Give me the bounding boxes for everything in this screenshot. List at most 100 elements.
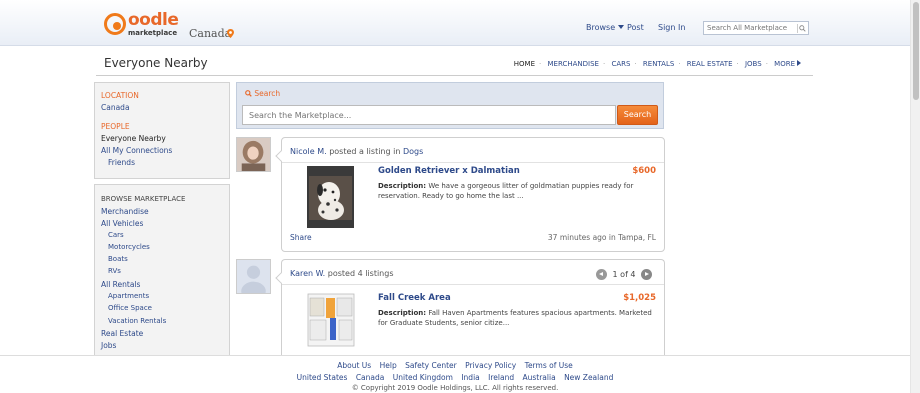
- sidebar-item-boats[interactable]: Boats: [108, 255, 128, 263]
- card-pointer: [275, 272, 287, 284]
- marketplace-search-field: [242, 105, 616, 125]
- user-name-link[interactable]: Nicole M.: [290, 147, 327, 156]
- nav-merchandise[interactable]: MERCHANDISE: [548, 60, 599, 68]
- country-link-ireland[interactable]: Ireland: [488, 373, 514, 382]
- listing-pager: 1 of 4: [596, 269, 653, 280]
- footer-link-about[interactable]: About Us: [337, 361, 371, 370]
- browse-label: Browse: [586, 23, 616, 32]
- sub-navigation: Everyone Nearby HOME · MERCHANDISE · CARS ·…: [96, 52, 813, 76]
- footer-link-help[interactable]: Help: [380, 361, 397, 370]
- chevron-down-icon: [618, 25, 625, 29]
- sidebar-item-everyone-nearby[interactable]: Everyone Nearby: [101, 134, 166, 143]
- nav-rentals[interactable]: RENTALS: [643, 60, 674, 68]
- nav-separator: ·: [602, 60, 606, 68]
- sidebar-item-all-rentals[interactable]: All Rentals: [101, 280, 140, 289]
- copyright-text: © Copyright 2019 Oodle Holdings, LLC. Al…: [351, 384, 559, 392]
- page-footer: About Us Help Safety Center Privacy Poli…: [0, 355, 910, 393]
- nav-jobs[interactable]: JOBS: [745, 60, 762, 68]
- search-icon[interactable]: [797, 24, 806, 33]
- nav-home[interactable]: HOME: [514, 60, 535, 68]
- nav-separator: ·: [634, 60, 637, 68]
- nav-separator: ·: [736, 60, 739, 68]
- people-heading: PEOPLE: [101, 122, 130, 131]
- country-link-india[interactable]: India: [461, 373, 479, 382]
- global-search: [703, 21, 809, 35]
- nav-real-estate[interactable]: REAL ESTATE: [687, 60, 733, 68]
- sidebar-location-people: LOCATION Canada PEOPLE Everyone Nearby A…: [94, 82, 230, 179]
- next-arrow-icon[interactable]: [641, 269, 653, 280]
- global-search-input[interactable]: [704, 22, 792, 34]
- sidebar-item-friends[interactable]: Friends: [108, 158, 135, 167]
- post-timestamp: 37 minutes ago in Tampa, FL: [547, 233, 656, 242]
- sidebar-item-jobs[interactable]: Jobs: [101, 341, 116, 350]
- description-label: Description:: [378, 182, 427, 190]
- user-avatar-placeholder[interactable]: [236, 259, 271, 294]
- card-pointer: [275, 150, 287, 162]
- listing-price: $1,025: [623, 293, 656, 303]
- feed-card: Karen W. posted 4 listings 1 of 4 Fall C…: [275, 259, 665, 359]
- share-link[interactable]: Share: [290, 233, 312, 242]
- user-name-link[interactable]: Karen W.: [290, 269, 325, 278]
- page-title: Everyone Nearby: [104, 56, 208, 70]
- top-header: oodle marketplace Canada Browse Post Sig…: [0, 0, 910, 46]
- search-label-text: Search: [254, 89, 281, 98]
- sidebar-item-real-estate[interactable]: Real Estate: [101, 329, 143, 338]
- logo-wordmark: oodle: [128, 10, 179, 30]
- page-scrollbar[interactable]: [910, 0, 920, 393]
- sign-in-link[interactable]: Sign In: [658, 23, 685, 32]
- scrollbar-thumb[interactable]: [913, 2, 919, 100]
- footer-countries: United States Canada United Kingdom Indi…: [0, 372, 910, 384]
- footer-link-safety[interactable]: Safety Center: [405, 361, 457, 370]
- sidebar-item-merchandise[interactable]: Merchandise: [101, 207, 149, 216]
- sidebar-item-apartments[interactable]: Apartments: [108, 292, 149, 300]
- listing-photo-floorplan[interactable]: [304, 290, 358, 350]
- listing-item[interactable]: Golden Retriever x Dalmatian $600 Descri…: [282, 162, 664, 228]
- nav-more[interactable]: MORE: [774, 60, 801, 68]
- post-link[interactable]: Post: [627, 23, 644, 32]
- sidebar-browse-marketplace: BROWSE MARKETPLACE Merchandise All Vehic…: [94, 184, 230, 356]
- feed-card-header: Nicole M. posted a listing in Dogs: [290, 147, 423, 156]
- listing-title[interactable]: Fall Creek Area: [378, 293, 451, 303]
- feed-card-header: Karen W. posted 4 listings: [290, 269, 394, 278]
- category-nav: HOME · MERCHANDISE · CARS · RENTALS · REAL E…: [512, 60, 803, 68]
- footer-link-privacy[interactable]: Privacy Policy: [465, 361, 516, 370]
- sidebar-item-canada[interactable]: Canada: [101, 103, 130, 112]
- activity-text: posted 4 listings: [327, 269, 394, 278]
- previous-arrow-icon[interactable]: [596, 269, 607, 280]
- sidebar-item-all-connections[interactable]: All My Connections: [101, 146, 172, 155]
- country-link-uk[interactable]: United Kingdom: [393, 373, 453, 382]
- search-icon: [245, 90, 252, 97]
- user-avatar-nicole[interactable]: [236, 137, 271, 172]
- country-link-us[interactable]: United States: [297, 373, 348, 382]
- nav-separator: ·: [539, 60, 542, 68]
- activity-text: posted a listing in: [329, 147, 401, 156]
- footer-link-terms[interactable]: Terms of Use: [525, 361, 573, 370]
- search-label: Search: [245, 89, 280, 98]
- sidebar-item-cars[interactable]: Cars: [108, 231, 124, 239]
- marketplace-search-input[interactable]: [243, 106, 603, 124]
- search-button[interactable]: Search: [617, 105, 658, 125]
- sidebar-item-motorcycles[interactable]: Motorcycles: [108, 243, 150, 251]
- description-label: Description:: [378, 309, 427, 317]
- country-link-new-zealand[interactable]: New Zealand: [564, 373, 613, 382]
- region-selector[interactable]: Canada: [189, 27, 231, 40]
- sidebar-item-all-vehicles[interactable]: All Vehicles: [101, 219, 143, 228]
- sidebar-item-office-space[interactable]: Office Space: [108, 304, 152, 312]
- country-link-canada[interactable]: Canada: [356, 373, 385, 382]
- country-link-australia[interactable]: Australia: [522, 373, 555, 382]
- category-link[interactable]: Dogs: [403, 147, 423, 156]
- listing-photo-dog[interactable]: [307, 166, 354, 228]
- location-pin-icon[interactable]: [227, 29, 234, 38]
- location-heading: LOCATION: [101, 91, 139, 100]
- nav-separator: ·: [678, 60, 681, 68]
- pager-count: 1 of 4: [612, 270, 636, 279]
- nav-cars[interactable]: CARS: [611, 60, 630, 68]
- sidebar-item-vacation-rentals[interactable]: Vacation Rentals: [108, 317, 166, 325]
- listing-price: $600: [632, 166, 656, 176]
- oodle-logo[interactable]: oodle marketplace: [104, 10, 184, 40]
- browse-menu[interactable]: Browse: [586, 23, 625, 32]
- sidebar-item-rvs[interactable]: RVs: [108, 267, 121, 275]
- listing-title[interactable]: Golden Retriever x Dalmatian: [378, 166, 520, 176]
- listing-item[interactable]: Fall Creek Area $1,025 Description: Fall…: [282, 284, 664, 350]
- feed-card: Nicole M. posted a listing in Dogs Golde…: [275, 137, 665, 252]
